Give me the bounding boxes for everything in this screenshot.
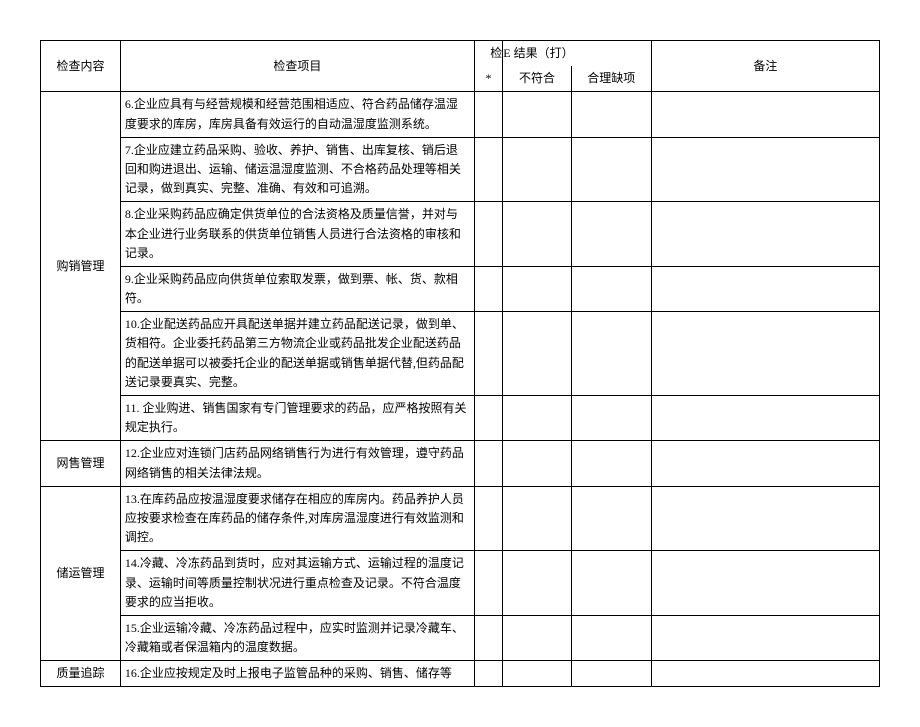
result-star-cell <box>474 266 503 311</box>
result-fail-cell <box>503 312 571 396</box>
category-cell: 网售管理 <box>41 441 121 486</box>
item-cell: 11. 企业购进、销售国家有专门管理要求的药品，应严格按照有关规定执行。 <box>120 396 474 441</box>
result-defect-cell <box>571 661 651 687</box>
result-star-cell <box>474 137 503 202</box>
remark-cell <box>651 551 879 616</box>
result-defect-cell <box>571 551 651 616</box>
result-star-cell <box>474 441 503 486</box>
col-item-header: 检查项目 <box>120 41 474 92</box>
remark-cell <box>651 202 879 267</box>
result-defect-cell <box>571 441 651 486</box>
remark-cell <box>651 486 879 551</box>
result-defect-cell <box>571 615 651 660</box>
category-cell: 购销管理 <box>41 92 121 441</box>
result-fail-cell <box>503 551 571 616</box>
table-row: 11. 企业购进、销售国家有专门管理要求的药品，应严格按照有关规定执行。 <box>41 396 880 441</box>
result-defect-cell <box>571 266 651 311</box>
remark-cell <box>651 441 879 486</box>
col-sub-fail: 不符合 <box>503 66 571 92</box>
item-cell: 14.冷藏、冷冻药品到货时，应对其运输方式、运输过程的温度记录、运输时间等质量控… <box>120 551 474 616</box>
table-row: 网售管理 12.企业应对连锁门店药品网络销售行为进行有效管理，遵守药品网络销售的… <box>41 441 880 486</box>
result-star-cell <box>474 202 503 267</box>
table-row: 购销管理 6.企业应具有与经营规模和经营范围相适应、符合药品储存温湿度要求的库房… <box>41 92 880 137</box>
table-row: 15.企业运输冷藏、冷冻药品过程中，应实时监测并记录冷藏车、冷藏箱或者保温箱内的… <box>41 615 880 660</box>
table-row: 8.企业采购药品应确定供货单位的合法资格及质量信誉，并对与本企业进行业务联系的供… <box>41 202 880 267</box>
result-star-cell <box>474 661 503 687</box>
col-result-pre: 检 <box>474 41 503 67</box>
result-star-cell <box>474 396 503 441</box>
col-remark-header: 备注 <box>651 41 879 92</box>
col-category-header: 检查内容 <box>41 41 121 92</box>
result-fail-cell <box>503 92 571 137</box>
col-sub-defect: 合理缺项 <box>571 66 651 92</box>
item-cell: 10.企业配送药品应开具配送单据并建立药品配送记录，做到单、货相符。企业委托药品… <box>120 312 474 396</box>
table-row: 质量追踪 16.企业应按规定及时上报电子监管品种的采购、销售、储存等 <box>41 661 880 687</box>
result-star-cell <box>474 486 503 551</box>
remark-cell <box>651 661 879 687</box>
result-star-cell <box>474 551 503 616</box>
item-cell: 13.在库药品应按温湿度要求储存在相应的库房内。药品养护人员应按要求检查在库药品… <box>120 486 474 551</box>
col-sub-star: * <box>474 66 503 92</box>
item-cell: 9.企业采购药品应向供货单位索取发票，做到票、帐、货、款相符。 <box>120 266 474 311</box>
result-defect-cell <box>571 486 651 551</box>
table-row: 14.冷藏、冷冻药品到货时，应对其运输方式、运输过程的温度记录、运输时间等质量控… <box>41 551 880 616</box>
table-row: 10.企业配送药品应开具配送单据并建立药品配送记录，做到单、货相符。企业委托药品… <box>41 312 880 396</box>
remark-cell <box>651 266 879 311</box>
result-defect-cell <box>571 396 651 441</box>
result-fail-cell <box>503 396 571 441</box>
result-fail-cell <box>503 441 571 486</box>
item-cell: 8.企业采购药品应确定供货单位的合法资格及质量信誉，并对与本企业进行业务联系的供… <box>120 202 474 267</box>
result-fail-cell <box>503 266 571 311</box>
result-fail-cell <box>503 615 571 660</box>
result-defect-cell <box>571 137 651 202</box>
remark-cell <box>651 396 879 441</box>
result-star-cell <box>474 312 503 396</box>
result-defect-cell <box>571 92 651 137</box>
table-header-row-1: 检查内容 检查项目 检 E 结果（打） 备注 <box>41 41 880 67</box>
item-cell: 6.企业应具有与经营规模和经营范围相适应、符合药品储存温湿度要求的库房，库房具备… <box>120 92 474 137</box>
remark-cell <box>651 92 879 137</box>
category-cell: 储运管理 <box>41 486 121 661</box>
result-defect-cell <box>571 312 651 396</box>
table-row: 9.企业采购药品应向供货单位索取发票，做到票、帐、货、款相符。 <box>41 266 880 311</box>
item-cell: 7.企业应建立药品采购、验收、养护、销售、出库复核、销后退回和购进退出、运输、储… <box>120 137 474 202</box>
item-cell: 16.企业应按规定及时上报电子监管品种的采购、销售、储存等 <box>120 661 474 687</box>
remark-cell <box>651 137 879 202</box>
remark-cell <box>651 312 879 396</box>
result-fail-cell <box>503 486 571 551</box>
inspection-table: 检查内容 检查项目 检 E 结果（打） 备注 * 不符合 合理缺项 购销管理 6… <box>40 40 880 687</box>
result-fail-cell <box>503 202 571 267</box>
table-row: 7.企业应建立药品采购、验收、养护、销售、出库复核、销后退回和购进退出、运输、储… <box>41 137 880 202</box>
item-cell: 15.企业运输冷藏、冷冻药品过程中，应实时监测并记录冷藏车、冷藏箱或者保温箱内的… <box>120 615 474 660</box>
result-defect-cell <box>571 202 651 267</box>
remark-cell <box>651 615 879 660</box>
col-result-main: E 结果（打） <box>503 41 651 67</box>
result-fail-cell <box>503 661 571 687</box>
item-cell: 12.企业应对连锁门店药品网络销售行为进行有效管理，遵守药品网络销售的相关法律法… <box>120 441 474 486</box>
result-star-cell <box>474 92 503 137</box>
result-star-cell <box>474 615 503 660</box>
category-cell: 质量追踪 <box>41 661 121 687</box>
result-fail-cell <box>503 137 571 202</box>
table-row: 储运管理 13.在库药品应按温湿度要求储存在相应的库房内。药品养护人员应按要求检… <box>41 486 880 551</box>
